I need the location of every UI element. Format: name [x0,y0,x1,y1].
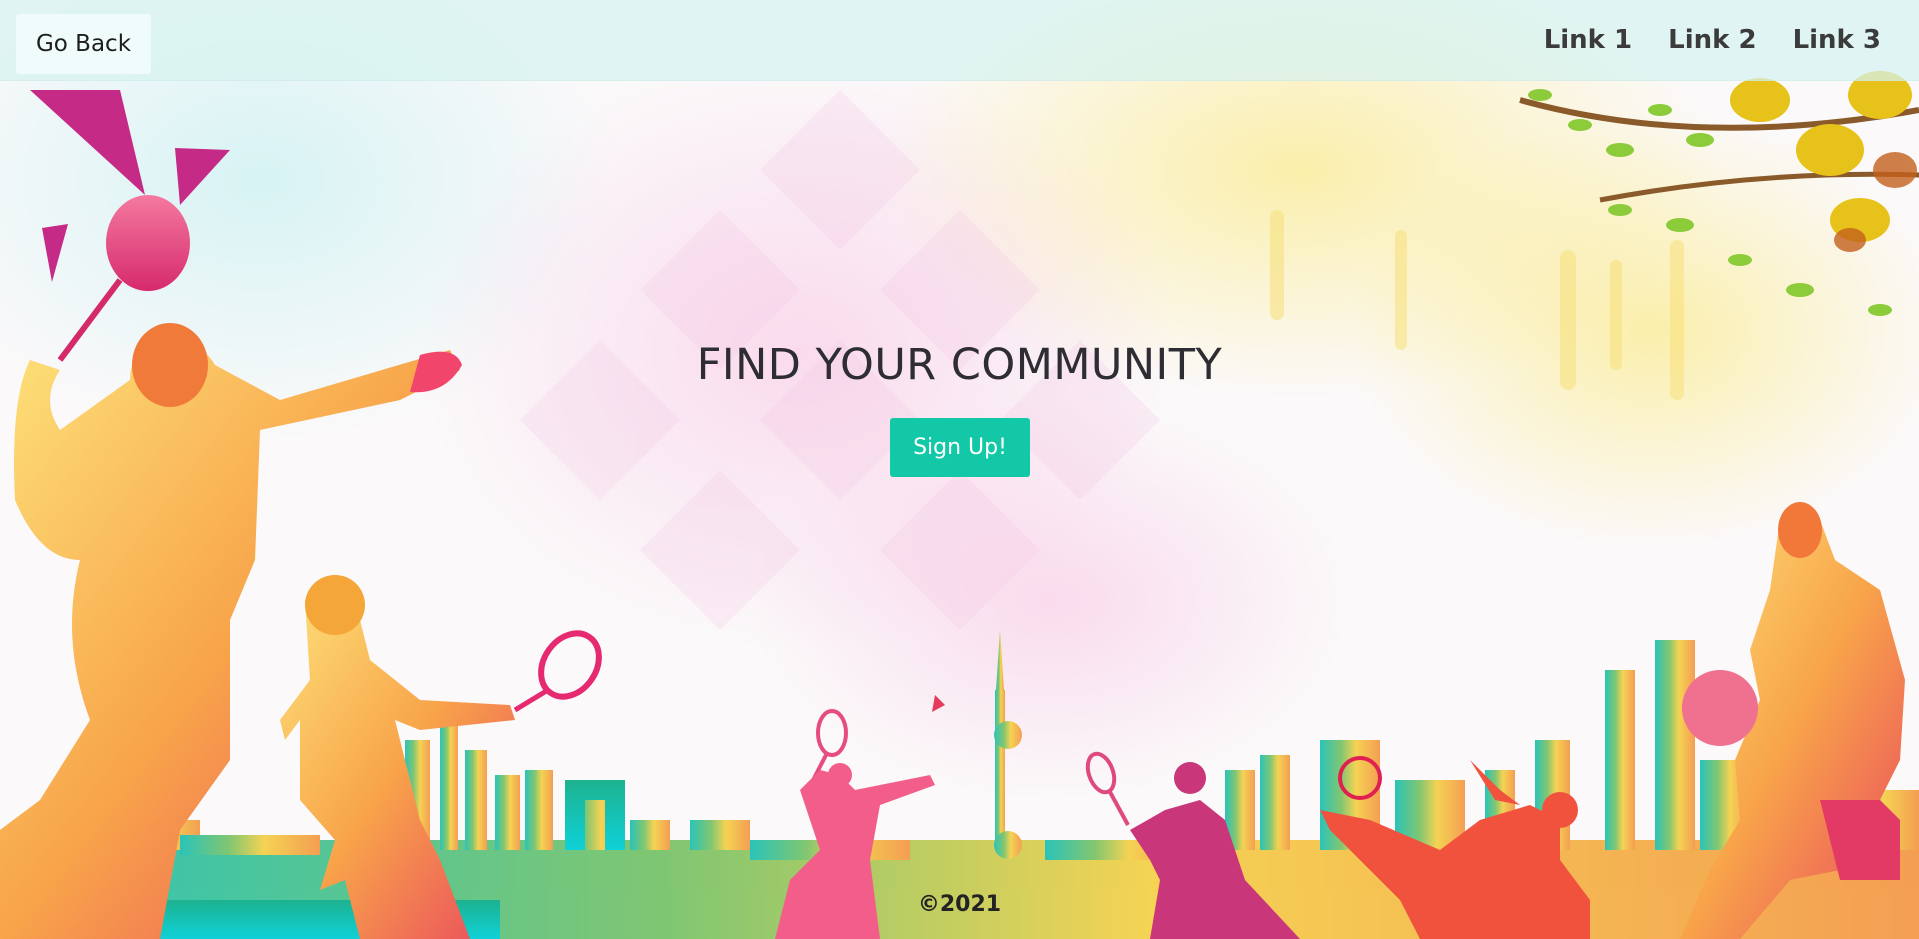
go-back-button[interactable]: Go Back [16,14,151,74]
landing-page: Go Back Link 1 Link 2 Link 3 FIND YOUR C… [0,0,1919,939]
nav-link-3[interactable]: Link 3 [1793,25,1881,55]
nav-links: Link 1 Link 2 Link 3 [1544,25,1881,55]
hero-title: FIND YOUR COMMUNITY [696,340,1223,390]
sign-up-button[interactable]: Sign Up! [890,418,1030,477]
top-navbar: Go Back Link 1 Link 2 Link 3 [0,0,1919,81]
nav-link-2[interactable]: Link 2 [1668,25,1756,55]
copyright-text: ©2021 [917,892,1002,917]
nav-link-1[interactable]: Link 1 [1544,25,1632,55]
